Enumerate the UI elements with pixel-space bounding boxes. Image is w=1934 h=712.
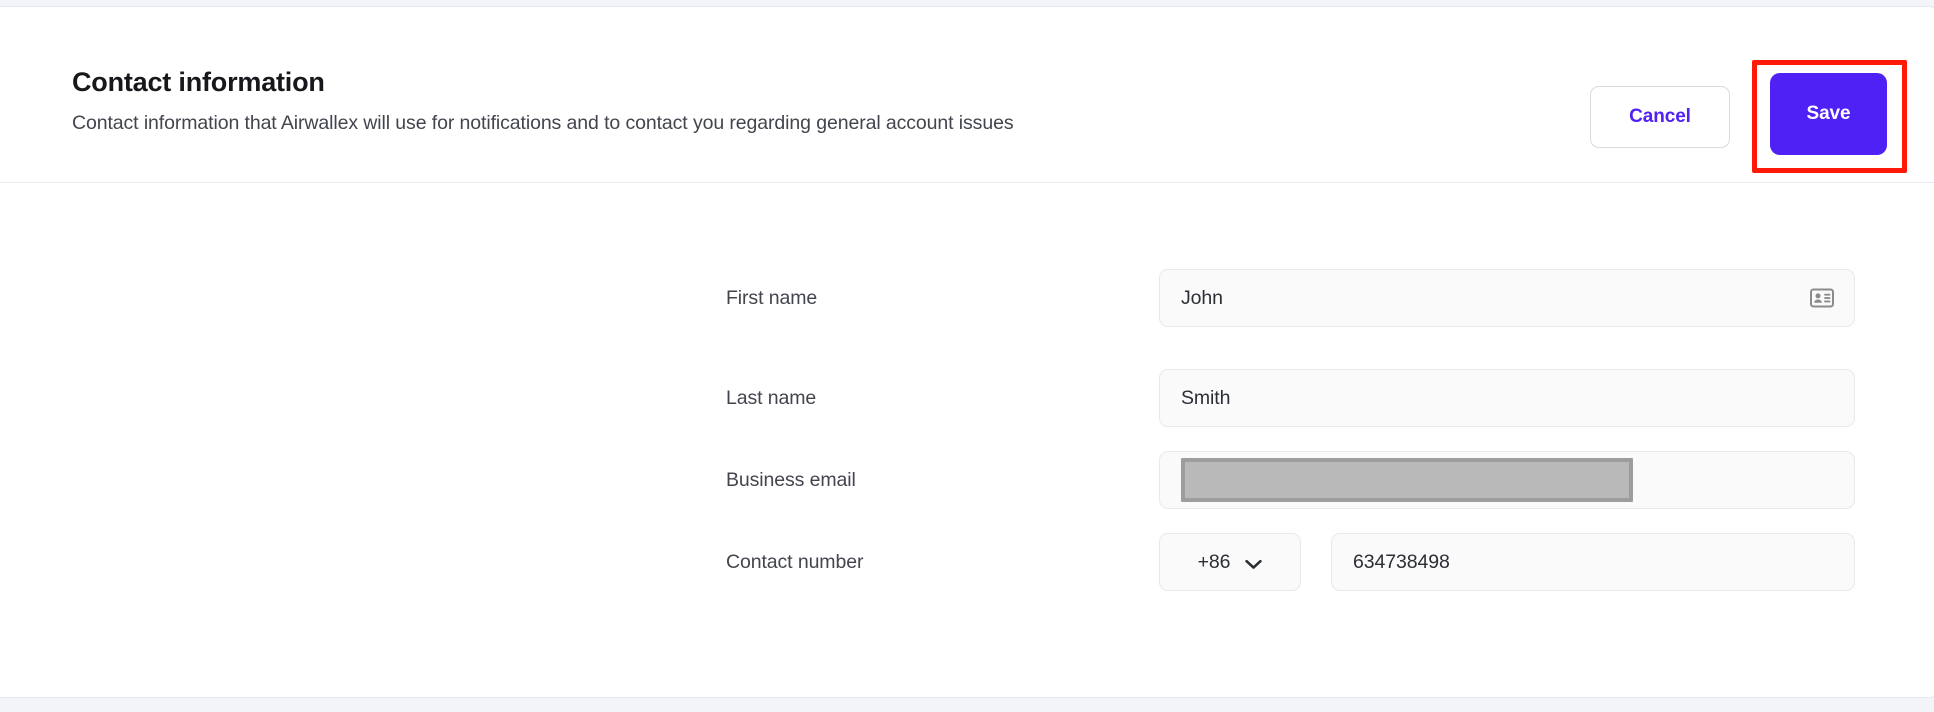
first-name-input[interactable]: John [1159,269,1855,327]
form-row-first-name: First name John [0,269,1934,327]
cancel-button[interactable]: Cancel [1590,85,1730,148]
header-actions: Cancel Save [1590,60,1907,173]
email-redaction-bar [1181,458,1633,502]
last-name-input[interactable]: Smith [1159,369,1855,427]
country-code-value: +86 [1197,550,1231,573]
save-button[interactable]: Save [1770,73,1887,155]
chevron-down-icon [1245,557,1263,569]
contact-number-value: 634738498 [1353,550,1450,573]
contact-number-input[interactable]: 634738498 [1331,533,1855,591]
settings-page: Contact information Contact information … [0,0,1934,712]
page-subtitle: Contact information that Airwallex will … [72,112,1014,134]
last-name-label: Last name [726,386,817,409]
first-name-value: John [1181,286,1223,309]
save-button-highlight-box: Save [1752,60,1907,173]
first-name-label: First name [726,286,818,309]
business-email-label: Business email [726,468,856,491]
header-text-block: Contact information Contact information … [72,65,1014,136]
contact-card-icon[interactable] [1810,288,1834,308]
page-title: Contact information [72,67,325,97]
last-name-value: Smith [1181,386,1231,409]
form-row-last-name: Last name Smith [0,369,1934,427]
card-header: Contact information Contact information … [0,7,1934,183]
form-row-contact-number: Contact number +86 634738498 [0,533,1934,591]
country-code-select[interactable]: +86 [1159,533,1301,591]
contact-information-card: Contact information Contact information … [0,6,1934,698]
contact-number-label: Contact number [726,550,864,573]
form-row-business-email: Business email [0,451,1934,509]
business-email-input[interactable] [1159,451,1855,509]
